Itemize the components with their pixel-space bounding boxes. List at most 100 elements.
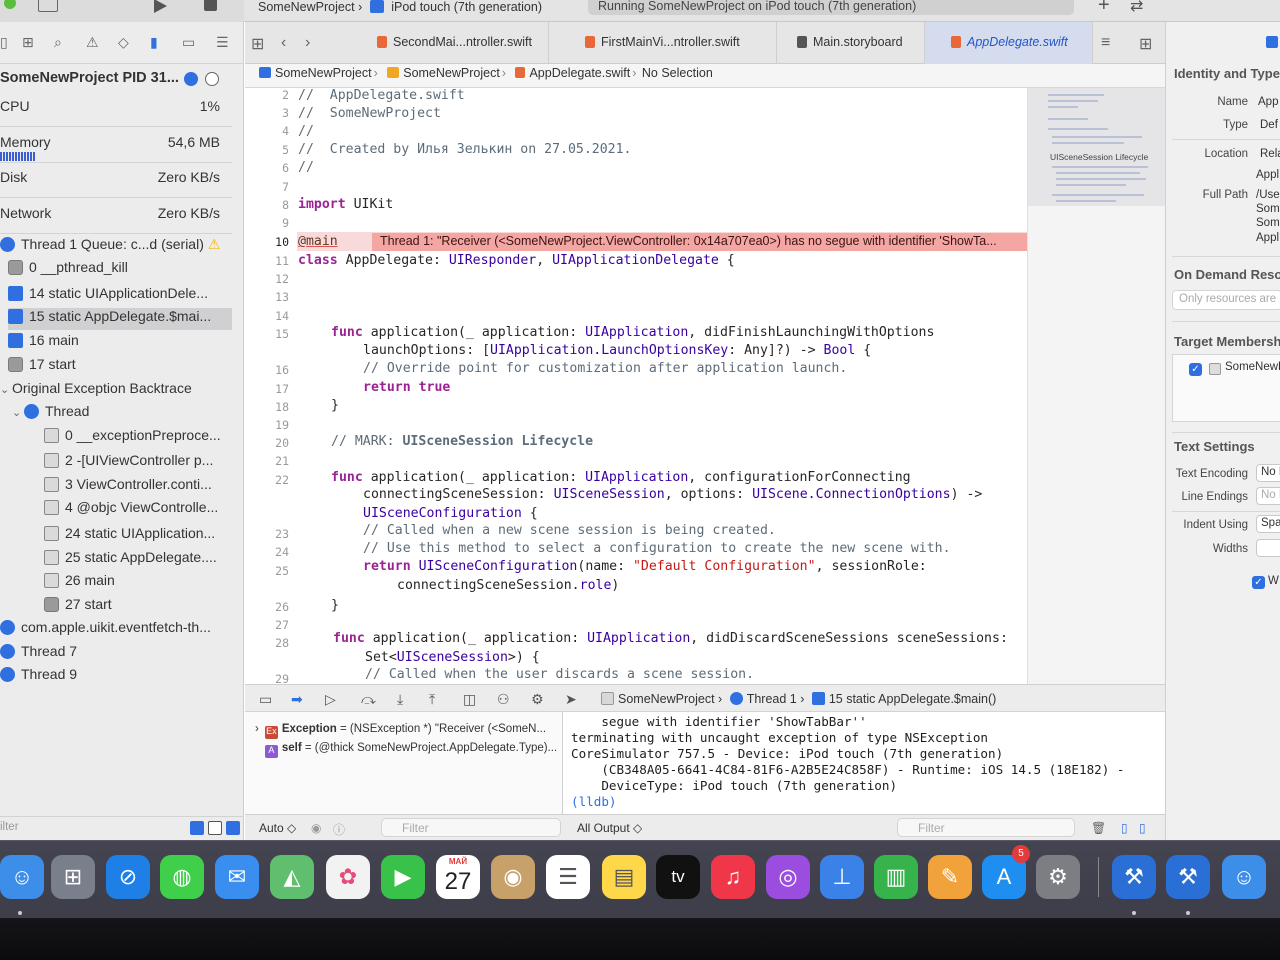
zoom-window-button[interactable] [4, 0, 16, 9]
line-endings-popup[interactable]: No E [1256, 487, 1280, 505]
console-filter-field[interactable]: Filter [897, 818, 1075, 837]
show-console-icon[interactable]: ▯ [1139, 821, 1146, 835]
process-info-icon[interactable] [184, 72, 198, 86]
find-icon[interactable]: ⌕ [54, 34, 62, 51]
finder-window-icon[interactable]: ☺ [1222, 855, 1266, 899]
mail-icon[interactable]: ✉ [215, 855, 259, 899]
target-checkbox[interactable]: ✓ [1189, 363, 1202, 376]
breakpoints-toggle-icon[interactable]: ➡ [291, 691, 303, 708]
view-hierarchy-icon[interactable]: ◫ [463, 691, 476, 708]
thread-row[interactable]: Thread 7 [0, 643, 232, 665]
variables-scope-popup[interactable]: Auto ◇ [259, 821, 296, 835]
on-demand-tags-field[interactable]: Only resources are [1172, 290, 1280, 310]
keynote-icon[interactable]: ⊥ [820, 855, 864, 899]
frame-row-selected[interactable]: 15 static AppDelegate.$mai... [8, 308, 232, 330]
messages-icon[interactable]: ◍ [160, 855, 204, 899]
step-out-icon[interactable]: ⤒ [429, 691, 435, 708]
frame-row[interactable]: 24 static UIApplication... [44, 525, 276, 547]
stop-icon[interactable] [204, 0, 217, 11]
test-icon[interactable]: ◇ [118, 34, 129, 51]
calendar-icon[interactable]: МАЙ 27 [436, 855, 480, 899]
original-backtrace-row[interactable]: ⌄ Original Exception Backtrace [0, 380, 232, 402]
sidebar-toggle-icon[interactable] [38, 0, 58, 12]
photos-icon[interactable]: ✿ [326, 855, 370, 899]
finder-icon[interactable]: ☺ [0, 855, 44, 899]
tab-first-main-controller[interactable]: FirstMainVi...ntroller.swift [549, 22, 777, 64]
thread-row[interactable]: Thread 9 [0, 666, 232, 688]
forward-icon[interactable]: › [305, 34, 310, 52]
environment-overrides-icon[interactable]: ⚙ [531, 691, 544, 708]
minimap[interactable]: UISceneSession Lifecycle [1027, 88, 1165, 684]
frame-row[interactable]: 3 ViewController.conti... [44, 476, 276, 498]
frame-row[interactable]: 27 start [44, 596, 276, 618]
trash-icon[interactable]: 🗑 [1091, 821, 1106, 835]
network-gauge[interactable]: Network Zero KB/s [0, 205, 228, 221]
xcode-beta-icon[interactable]: ⚒ [1166, 855, 1210, 899]
breakpoint-icon[interactable]: ▭ [182, 34, 195, 51]
eye-icon[interactable]: ◉ [311, 821, 321, 835]
source-control-icon[interactable]: ⊞ [22, 34, 34, 51]
jump-bar[interactable]: SomeNewProject › SomeNewProject › AppDeleg… [245, 64, 1165, 88]
editor-options-icon[interactable]: ≡ [1101, 34, 1110, 52]
frame-row[interactable]: 25 static AppDelegate.... [44, 549, 276, 571]
xcode-icon[interactable]: ⚒ [1112, 855, 1156, 899]
simulate-location-icon[interactable]: ➤ [565, 691, 577, 708]
step-over-icon[interactable]: ⤼ [361, 691, 376, 708]
source-editor[interactable]: ≡ Thread 1: "Receiver (<SomeNewProject.V… [245, 88, 1027, 684]
split-editor-icon[interactable]: ⊞ [1139, 34, 1152, 54]
reminders-icon[interactable]: ☰ [546, 855, 590, 899]
frame-row[interactable]: 4 @objc ViewControlle... [44, 499, 276, 521]
frame-row[interactable]: 14 static UIApplicationDele... [8, 285, 240, 307]
system-preferences-icon[interactable]: ⚙ [1036, 855, 1080, 899]
variables-filter-field[interactable]: Filter [381, 818, 561, 837]
add-library-icon[interactable]: + [1098, 0, 1110, 17]
text-encoding-popup[interactable]: No E [1256, 464, 1280, 482]
run-icon[interactable] [154, 0, 167, 13]
folder-icon[interactable]: ▯ [0, 34, 8, 51]
variable-row-exception[interactable]: › Ex Exception = (NSException *) "Receiver… [255, 723, 561, 739]
step-into-icon[interactable]: ⤓ [397, 691, 403, 708]
process-pause-icon[interactable] [205, 72, 220, 86]
info-icon[interactable]: ⓘ [333, 821, 345, 838]
tab-second-main-controller[interactable]: SecondMai...ntroller.swift [349, 22, 549, 64]
report-icon[interactable]: ☰ [216, 34, 229, 51]
frame-row[interactable]: 0 __pthread_kill [8, 259, 240, 281]
numbers-icon[interactable]: ▥ [874, 855, 918, 899]
indent-using-popup[interactable]: Spa [1256, 515, 1280, 533]
tab-width-field[interactable] [1256, 539, 1280, 557]
thread-row[interactable]: ⌄ Thread [12, 403, 244, 425]
grid-icon[interactable]: ⊞ [251, 34, 264, 54]
podcasts-icon[interactable]: ◎ [766, 855, 810, 899]
code-review-icon[interactable]: ⇄ [1130, 0, 1143, 16]
filter-option-icon[interactable] [226, 821, 240, 835]
debug-breadcrumb[interactable]: SomeNewProject › Thread 1 › 15 static Ap… [597, 692, 996, 706]
disk-gauge[interactable]: Disk Zero KB/s [0, 169, 228, 185]
cpu-gauge[interactable]: CPU 1% [0, 98, 228, 114]
debug-icon[interactable]: ▮ [150, 34, 158, 51]
chevron-down-icon[interactable]: ⌄ [12, 406, 24, 419]
contacts-icon[interactable]: ◉ [491, 855, 535, 899]
frame-row[interactable]: 17 start [8, 356, 240, 378]
console-output-popup[interactable]: All Output ◇ [577, 821, 642, 835]
frame-row[interactable]: 0 __exceptionPreproce... [44, 427, 276, 449]
tab-main-storyboard[interactable]: Main.storyboard [777, 22, 925, 64]
issue-icon[interactable]: ⚠ [86, 34, 99, 51]
filter-option-icon[interactable] [190, 821, 204, 835]
wrap-lines-checkbox[interactable]: ✓ [1252, 576, 1265, 589]
console-output[interactable]: segue with identifier 'ShowTabBar'' term… [564, 712, 1164, 816]
frame-row[interactable]: 2 -[UIViewController p... [44, 452, 276, 474]
music-icon[interactable]: ♫ [711, 855, 755, 899]
maps-icon[interactable]: ◭ [270, 855, 314, 899]
filter-option-icon[interactable] [208, 821, 222, 835]
navigator-filter[interactable]: ilter [0, 816, 244, 840]
memory-gauge[interactable]: Memory 54,6 MB [0, 134, 228, 150]
chevron-down-icon[interactable]: ⌄ [0, 383, 12, 396]
memory-graph-icon[interactable]: ⚇ [497, 691, 510, 708]
variable-row-self[interactable]: ›Aself = (@thick SomeNewProject.AppDeleg… [255, 742, 561, 758]
facetime-icon[interactable]: ▶ [381, 855, 425, 899]
pages-icon[interactable]: ✎ [928, 855, 972, 899]
file-inspector-tab-icon[interactable] [1266, 36, 1278, 48]
back-icon[interactable]: ‹ [281, 34, 286, 52]
hide-debug-area-icon[interactable]: ▭ [259, 691, 272, 708]
frame-row[interactable]: 16 main [8, 332, 240, 354]
